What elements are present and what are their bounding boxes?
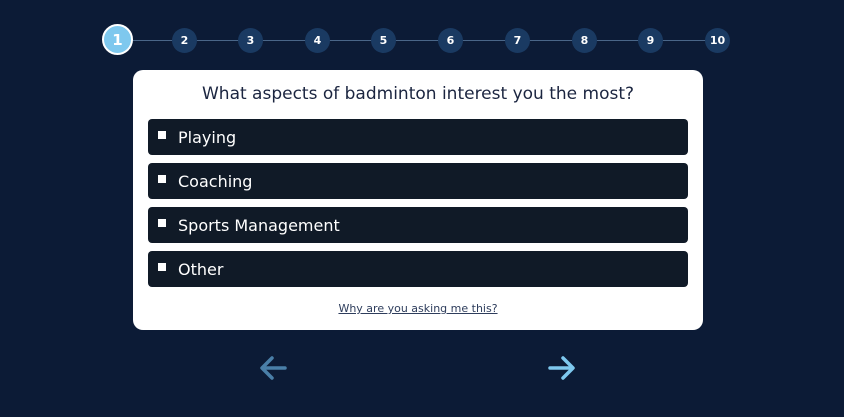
step-9[interactable]: 9 bbox=[638, 28, 663, 53]
back-button[interactable] bbox=[257, 352, 289, 384]
step-2[interactable]: 2 bbox=[172, 28, 197, 53]
option-playing[interactable]: Playing bbox=[148, 119, 688, 155]
arrow-right-icon bbox=[548, 356, 575, 380]
step-8[interactable]: 8 bbox=[572, 28, 597, 53]
survey-page: 1 2 3 4 5 6 7 8 9 10 What aspects of bad… bbox=[0, 0, 844, 417]
next-button[interactable] bbox=[546, 352, 578, 384]
option-sports-management[interactable]: Sports Management bbox=[148, 207, 688, 243]
step-3[interactable]: 3 bbox=[238, 28, 263, 53]
arrow-left-icon bbox=[260, 356, 287, 380]
progress-stepper: 1 2 3 4 5 6 7 8 9 10 bbox=[102, 24, 732, 57]
step-1[interactable]: 1 bbox=[102, 24, 133, 55]
option-label: Playing bbox=[178, 127, 237, 147]
option-label: Sports Management bbox=[178, 215, 340, 235]
checkbox-icon[interactable] bbox=[158, 263, 166, 271]
question-card: What aspects of badminton interest you t… bbox=[133, 70, 703, 330]
checkbox-icon[interactable] bbox=[158, 131, 166, 139]
checkbox-icon[interactable] bbox=[158, 219, 166, 227]
question-title: What aspects of badminton interest you t… bbox=[201, 84, 635, 104]
step-4[interactable]: 4 bbox=[305, 28, 330, 53]
option-coaching[interactable]: Coaching bbox=[148, 163, 688, 199]
step-10[interactable]: 10 bbox=[705, 28, 730, 53]
stepper-line bbox=[118, 40, 716, 41]
option-label: Other bbox=[178, 259, 224, 279]
checkbox-icon[interactable] bbox=[158, 175, 166, 183]
step-5[interactable]: 5 bbox=[371, 28, 396, 53]
step-6[interactable]: 6 bbox=[438, 28, 463, 53]
why-asking-link[interactable]: Why are you asking me this? bbox=[133, 302, 703, 315]
option-other[interactable]: Other bbox=[148, 251, 688, 287]
step-7[interactable]: 7 bbox=[505, 28, 530, 53]
option-label: Coaching bbox=[178, 171, 253, 191]
